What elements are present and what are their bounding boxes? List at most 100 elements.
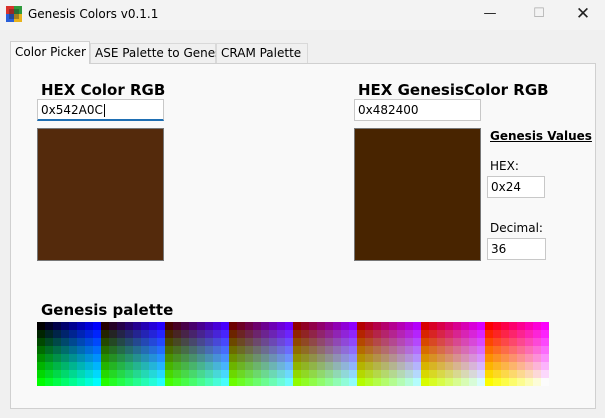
palette-swatch[interactable]: [389, 330, 397, 338]
palette-swatch[interactable]: [445, 378, 453, 386]
palette-swatch[interactable]: [229, 338, 237, 346]
palette-swatch[interactable]: [181, 370, 189, 378]
palette-swatch[interactable]: [53, 346, 61, 354]
palette-swatch[interactable]: [309, 362, 317, 370]
palette-swatch[interactable]: [397, 346, 405, 354]
palette-swatch[interactable]: [333, 354, 341, 362]
palette-swatch[interactable]: [373, 338, 381, 346]
palette-swatch[interactable]: [429, 322, 437, 330]
palette-swatch[interactable]: [45, 354, 53, 362]
palette-swatch[interactable]: [197, 346, 205, 354]
palette-swatch[interactable]: [245, 370, 253, 378]
palette-swatch[interactable]: [269, 338, 277, 346]
palette-swatch[interactable]: [261, 362, 269, 370]
palette-swatch[interactable]: [261, 330, 269, 338]
palette-swatch[interactable]: [149, 346, 157, 354]
palette-swatch[interactable]: [165, 338, 173, 346]
palette-swatch[interactable]: [317, 338, 325, 346]
palette-swatch[interactable]: [325, 338, 333, 346]
palette-swatch[interactable]: [45, 330, 53, 338]
palette-swatch[interactable]: [53, 338, 61, 346]
palette-swatch[interactable]: [453, 338, 461, 346]
palette-swatch[interactable]: [437, 330, 445, 338]
palette-swatch[interactable]: [357, 362, 365, 370]
palette-swatch[interactable]: [309, 378, 317, 386]
palette-swatch[interactable]: [205, 322, 213, 330]
palette-swatch[interactable]: [493, 378, 501, 386]
palette-swatch[interactable]: [325, 370, 333, 378]
palette-swatch[interactable]: [61, 330, 69, 338]
palette-swatch[interactable]: [141, 362, 149, 370]
palette-swatch[interactable]: [293, 346, 301, 354]
palette-swatch[interactable]: [381, 330, 389, 338]
palette-swatch[interactable]: [469, 378, 477, 386]
palette-swatch[interactable]: [317, 322, 325, 330]
palette-swatch[interactable]: [221, 362, 229, 370]
palette-swatch[interactable]: [253, 378, 261, 386]
palette-swatch[interactable]: [381, 346, 389, 354]
genesis-rgb-input[interactable]: 0x482400: [354, 99, 481, 121]
palette-swatch[interactable]: [325, 330, 333, 338]
palette-swatch[interactable]: [69, 354, 77, 362]
palette-swatch[interactable]: [365, 330, 373, 338]
palette-swatch[interactable]: [285, 346, 293, 354]
palette-swatch[interactable]: [461, 378, 469, 386]
palette-swatch[interactable]: [501, 322, 509, 330]
palette-swatch[interactable]: [269, 354, 277, 362]
palette-swatch[interactable]: [245, 346, 253, 354]
palette-swatch[interactable]: [213, 354, 221, 362]
maximize-button[interactable]: ☐: [516, 0, 562, 30]
palette-swatch[interactable]: [517, 362, 525, 370]
palette-swatch[interactable]: [37, 322, 45, 330]
palette-swatch[interactable]: [333, 370, 341, 378]
palette-swatch[interactable]: [469, 330, 477, 338]
palette-swatch[interactable]: [213, 362, 221, 370]
palette-swatch[interactable]: [493, 354, 501, 362]
palette-swatch[interactable]: [133, 362, 141, 370]
palette-swatch[interactable]: [501, 338, 509, 346]
palette-swatch[interactable]: [165, 322, 173, 330]
palette-swatch[interactable]: [293, 362, 301, 370]
palette-swatch[interactable]: [357, 354, 365, 362]
palette-swatch[interactable]: [197, 322, 205, 330]
palette-swatch[interactable]: [501, 330, 509, 338]
palette-swatch[interactable]: [477, 378, 485, 386]
palette-swatch[interactable]: [373, 346, 381, 354]
palette-swatch[interactable]: [37, 378, 45, 386]
palette-swatch[interactable]: [453, 322, 461, 330]
palette-swatch[interactable]: [133, 354, 141, 362]
palette-swatch[interactable]: [277, 370, 285, 378]
palette-swatch[interactable]: [445, 322, 453, 330]
palette-swatch[interactable]: [333, 346, 341, 354]
palette-swatch[interactable]: [517, 338, 525, 346]
palette-swatch[interactable]: [93, 378, 101, 386]
palette-swatch[interactable]: [509, 370, 517, 378]
palette-swatch[interactable]: [157, 338, 165, 346]
genesis-palette-grid[interactable]: [37, 322, 549, 386]
palette-swatch[interactable]: [485, 362, 493, 370]
palette-swatch[interactable]: [445, 354, 453, 362]
palette-swatch[interactable]: [461, 322, 469, 330]
palette-swatch[interactable]: [373, 322, 381, 330]
palette-swatch[interactable]: [397, 322, 405, 330]
palette-swatch[interactable]: [365, 354, 373, 362]
palette-swatch[interactable]: [349, 330, 357, 338]
palette-swatch[interactable]: [525, 370, 533, 378]
palette-swatch[interactable]: [157, 362, 165, 370]
palette-swatch[interactable]: [277, 378, 285, 386]
palette-swatch[interactable]: [133, 370, 141, 378]
palette-swatch[interactable]: [357, 378, 365, 386]
palette-swatch[interactable]: [445, 346, 453, 354]
palette-swatch[interactable]: [389, 338, 397, 346]
palette-swatch[interactable]: [93, 338, 101, 346]
minimize-button[interactable]: —: [467, 0, 513, 30]
palette-swatch[interactable]: [109, 338, 117, 346]
palette-swatch[interactable]: [117, 378, 125, 386]
palette-swatch[interactable]: [469, 362, 477, 370]
palette-swatch[interactable]: [429, 378, 437, 386]
palette-swatch[interactable]: [45, 346, 53, 354]
palette-swatch[interactable]: [181, 338, 189, 346]
palette-swatch[interactable]: [485, 378, 493, 386]
palette-swatch[interactable]: [277, 322, 285, 330]
palette-swatch[interactable]: [165, 362, 173, 370]
